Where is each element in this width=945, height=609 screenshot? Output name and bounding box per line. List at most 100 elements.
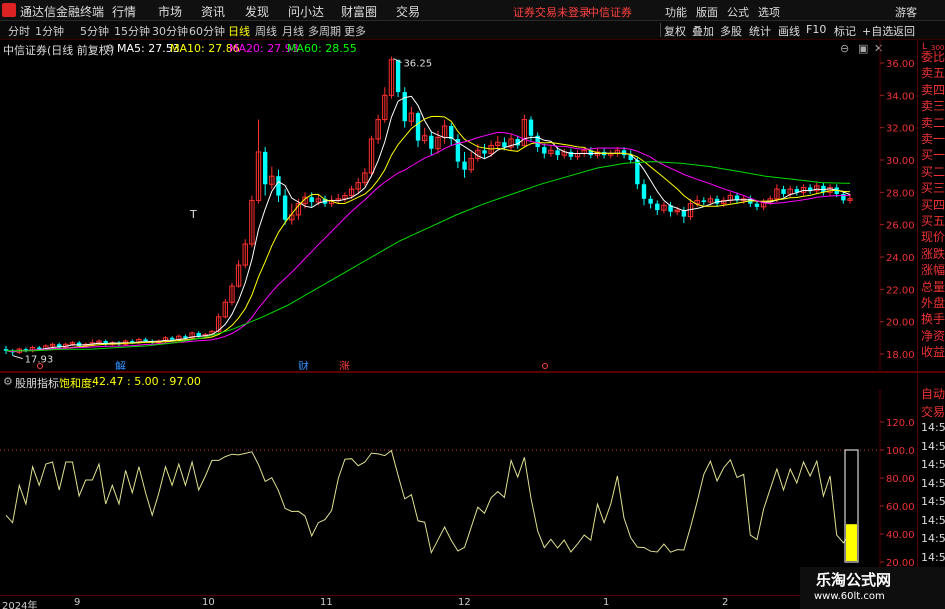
menu-item-function[interactable]: 功能 <box>665 4 687 20</box>
quote-panel-item[interactable]: 买一 <box>921 146 945 163</box>
quote-panel-item[interactable]: 卖三 <box>921 97 945 114</box>
candlestick-chart[interactable]: 36.00 34.00 32.00 30.00 28.00 26.00 24.00 22.00… <box>0 40 915 370</box>
trade-time-item: 14:56 <box>921 495 945 508</box>
period-daily[interactable]: 日线 <box>228 23 250 39</box>
date-label-2024: 2024年 <box>2 601 38 609</box>
indicator-y-label: 40.00 <box>886 530 915 541</box>
event-mark: 涨 <box>339 360 350 370</box>
high-price-label: 36.25 <box>403 59 432 70</box>
quote-panel-item[interactable]: 涨跌 <box>921 245 945 262</box>
candle-body-down <box>655 203 660 211</box>
trade-time-item: 14:56 <box>921 421 945 434</box>
menu-item-trade[interactable]: 交易 <box>396 3 420 20</box>
indicator-gear-icon[interactable]: ⚙ <box>3 375 13 388</box>
menu-item-news[interactable]: 资讯 <box>201 3 225 20</box>
menu-item-layout[interactable]: 版面 <box>696 4 718 20</box>
period-toolbar: 分时 1分钟 5分钟 15分钟 30分钟 60分钟 日线 周线 月线 多周期 更… <box>0 21 945 40</box>
candle-body-down <box>282 195 288 220</box>
indicator-side-item[interactable]: 自动 <box>921 385 945 402</box>
indicator-side-panel: 自动交易14:5614:5614:5614:5614:5614:5614:561… <box>917 373 945 595</box>
y-tick-label: 30.00 <box>886 156 915 167</box>
app-logo-icon <box>2 3 16 17</box>
quote-panel-item[interactable]: 总量 <box>921 278 945 295</box>
menu-item-formula[interactable]: 公式 <box>727 4 749 20</box>
menu-item-quotes[interactable]: 行情 <box>112 3 136 20</box>
period-5min[interactable]: 5分钟 <box>80 23 109 39</box>
user-name[interactable]: 游客 <box>895 4 917 20</box>
y-tick-label: 32.00 <box>886 124 915 135</box>
indicator-param-name: 饱和度: <box>59 377 96 390</box>
ma20-line <box>5 131 851 353</box>
quote-panel-item[interactable]: 净资 <box>921 327 945 344</box>
event-mark: 解 <box>115 359 126 370</box>
candle-body-down <box>309 197 314 203</box>
overlay-button[interactable]: 叠加 <box>692 23 714 39</box>
event-mark: 财 <box>298 359 309 370</box>
indicator-side-item[interactable]: 交易 <box>921 403 945 420</box>
quote-panel-item[interactable]: 委比 <box>921 48 945 65</box>
quote-panel-item[interactable]: 买四 <box>921 196 945 213</box>
y-tick-label: 20.00 <box>886 318 915 329</box>
period-tick[interactable]: 分时 <box>8 23 30 39</box>
candle-body-down <box>482 150 487 154</box>
candle-body-down <box>641 184 647 199</box>
menu-item-ask[interactable]: 问小达 <box>288 3 324 20</box>
candle-body-down <box>701 200 706 203</box>
quote-panel-item[interactable]: 收益 <box>921 343 945 360</box>
candle-body-down <box>841 193 846 201</box>
statistics-button[interactable]: 统计 <box>749 23 771 39</box>
quote-panel-item[interactable]: 卖二 <box>921 114 945 131</box>
back-button[interactable]: 返回 <box>893 23 915 39</box>
indicator-name: 股朋指标 <box>15 377 59 390</box>
date-label-11: 11 <box>320 597 333 608</box>
multi-stock-button[interactable]: 多股 <box>720 23 742 39</box>
period-15min[interactable]: 15分钟 <box>114 23 150 39</box>
trade-time-item: 14:56 <box>921 513 945 527</box>
quote-panel-item[interactable]: 涨幅 <box>921 261 945 278</box>
watermark: 乐淘公式网 www.60lt.com <box>800 567 945 609</box>
app-title: 通达信金融终端 <box>20 5 105 19</box>
candle-body-down <box>555 150 560 156</box>
period-monthly[interactable]: 月线 <box>282 23 304 39</box>
date-label-1: 1 <box>603 597 610 608</box>
period-weekly[interactable]: 周线 <box>255 23 277 39</box>
quote-panel-item[interactable]: 卖五 <box>921 64 945 81</box>
indicator-values: 42.47 : 5.00 : 97.00 <box>92 375 201 388</box>
add-favorite-button[interactable]: +自选 <box>862 23 893 39</box>
mark-button[interactable]: 标记 <box>834 23 856 39</box>
candle-body-down <box>635 160 640 185</box>
login-status[interactable]: 证券交易未登录 <box>513 4 590 20</box>
menu-item-wealth[interactable]: 财富圈 <box>341 3 377 20</box>
trade-time-item: 14:56 <box>921 476 945 490</box>
indicator-y-label: 100.00 <box>886 446 915 457</box>
period-multi[interactable]: 多周期 <box>308 23 341 39</box>
trade-time-item: 14:56 <box>921 550 945 564</box>
quote-panel-item[interactable]: 卖一 <box>921 130 945 147</box>
menu-item-discover[interactable]: 发现 <box>245 3 269 20</box>
quote-panel-item[interactable]: 现价 <box>921 228 945 245</box>
fuquan-button[interactable]: 复权 <box>664 23 686 39</box>
menu-item-options[interactable]: 选项 <box>758 4 780 20</box>
period-1min[interactable]: 1分钟 <box>35 23 64 39</box>
broker-name[interactable]: 中信证券 <box>588 4 632 20</box>
period-60min[interactable]: 60分钟 <box>189 23 225 39</box>
quote-panel-item[interactable]: 买二 <box>921 163 945 180</box>
quote-panel-item[interactable]: 买三 <box>921 179 945 196</box>
menu-item-market[interactable]: 市场 <box>158 3 182 20</box>
period-more[interactable]: 更多 <box>344 23 366 39</box>
quote-panel-item[interactable]: 卖四 <box>921 81 945 98</box>
indicator-chart[interactable]: 120.00100.0080.0060.0040.0020.00 <box>0 390 915 595</box>
draw-line-button[interactable]: 画线 <box>778 23 800 39</box>
candle-body-down <box>37 347 42 350</box>
y-tick-label: 28.00 <box>886 188 915 199</box>
candle-body-down <box>76 342 82 346</box>
low-pointer <box>12 355 23 360</box>
y-tick-label: 26.00 <box>886 221 915 232</box>
title-bar: 通达信金融终端 行情 市场 资讯 发现 问小达 财富圈 交易 证券交易未登录 中… <box>0 0 945 21</box>
candle-body-down <box>754 203 760 207</box>
quote-panel-item[interactable]: 外盘 <box>921 294 945 311</box>
quote-panel-item[interactable]: 换手 <box>921 310 945 327</box>
quote-panel-item[interactable]: 买五 <box>921 212 945 229</box>
period-30min[interactable]: 30分钟 <box>152 23 188 39</box>
f10-button[interactable]: F10 <box>806 23 826 36</box>
